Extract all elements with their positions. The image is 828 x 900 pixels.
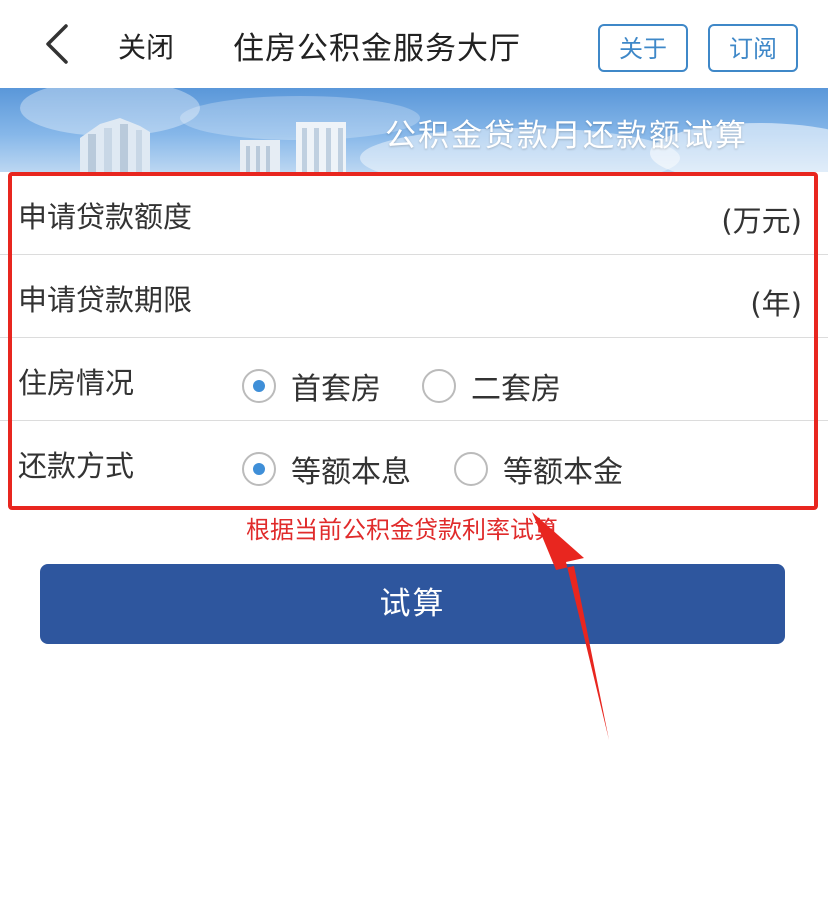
annotation-arrow-icon: [532, 512, 609, 740]
